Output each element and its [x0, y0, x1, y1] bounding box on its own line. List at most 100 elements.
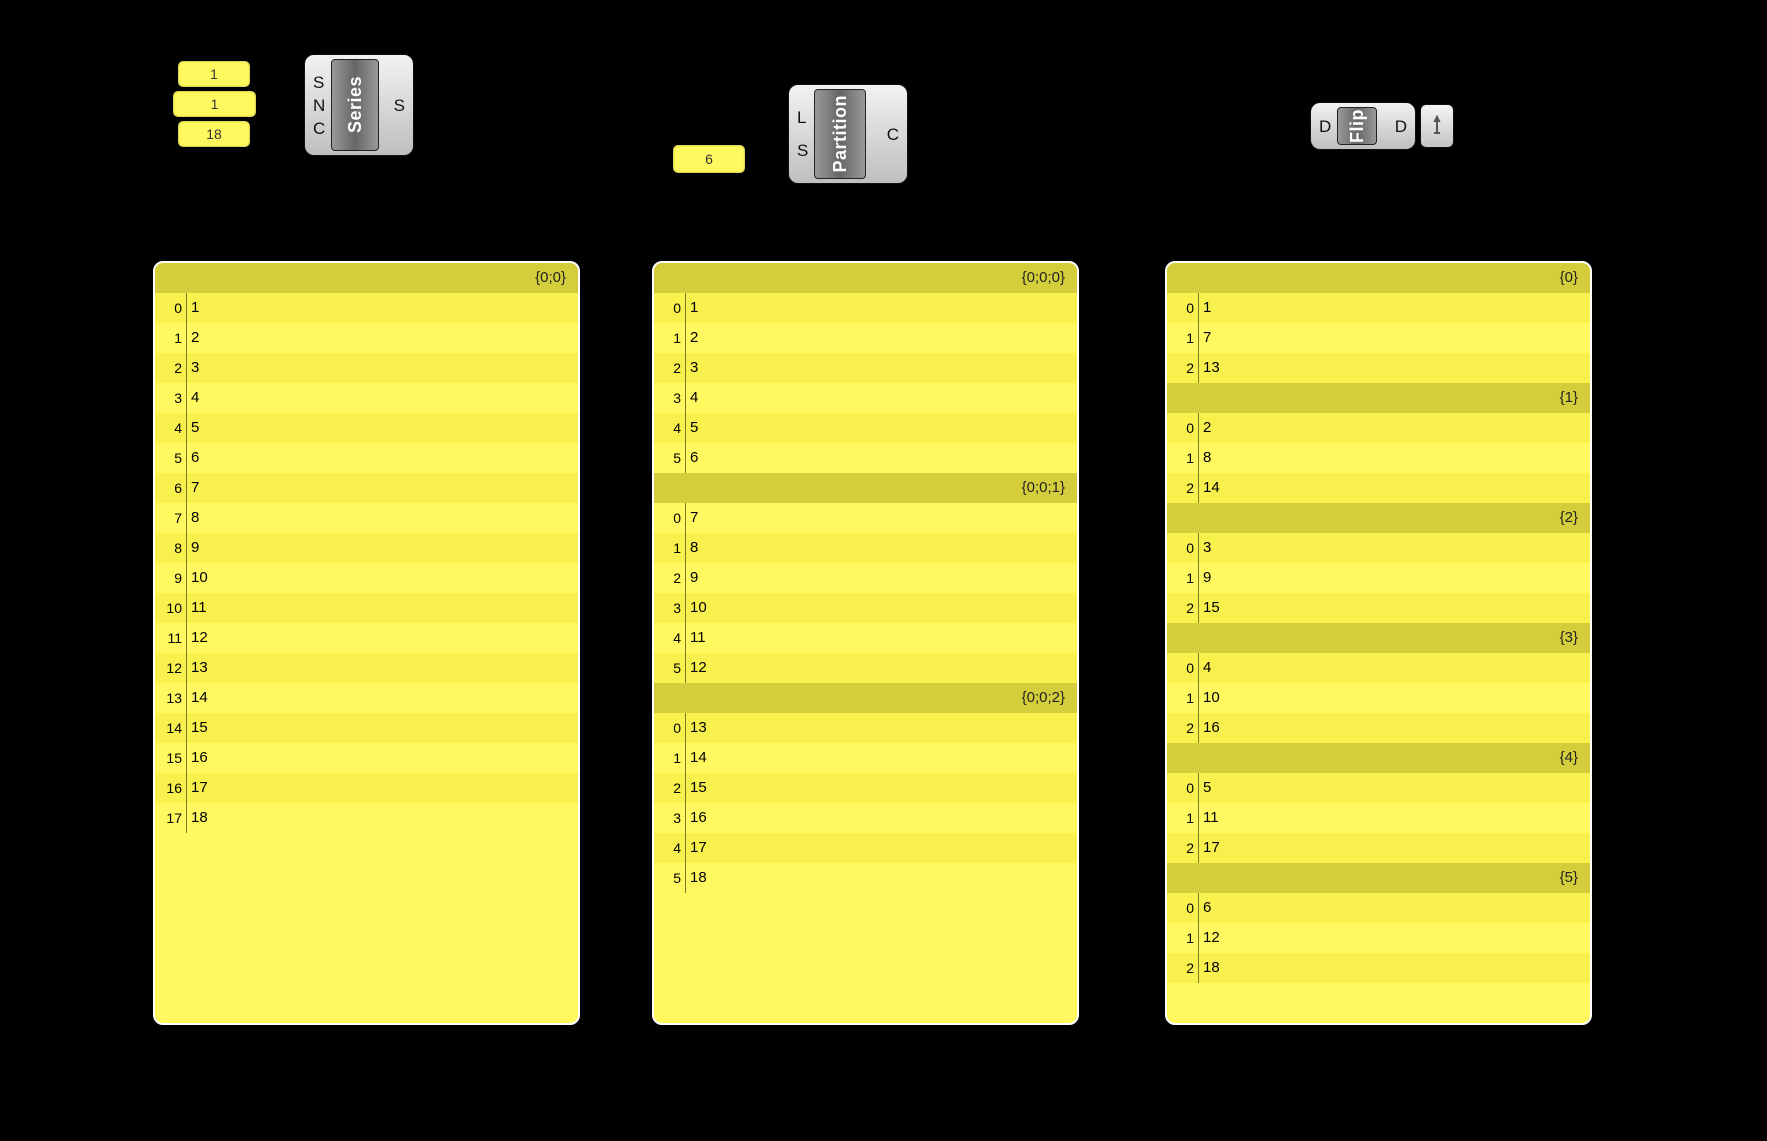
row-index: 0	[654, 713, 686, 743]
flip-label: Flip	[1347, 109, 1368, 143]
row-index: 4	[155, 413, 187, 443]
row-value: 4	[686, 383, 698, 413]
row-index: 4	[654, 413, 686, 443]
panel-data-row: 18	[1167, 443, 1590, 473]
panel-data-row: 29	[654, 563, 1077, 593]
row-value: 18	[686, 863, 707, 893]
row-value: 5	[187, 413, 199, 443]
row-index: 2	[654, 773, 686, 803]
row-value: 10	[1199, 683, 1220, 713]
series-label: Series	[345, 76, 366, 133]
row-value: 17	[1199, 833, 1220, 863]
flip-extra-icon[interactable]	[1420, 104, 1454, 148]
row-value: 7	[187, 473, 199, 503]
row-index: 17	[155, 803, 187, 833]
row-value: 18	[1199, 953, 1220, 983]
row-value: 2	[187, 323, 199, 353]
row-value: 6	[187, 443, 199, 473]
row-index: 4	[654, 833, 686, 863]
row-value: 11	[686, 623, 706, 653]
panel-data-row: 07	[654, 503, 1077, 533]
panel-data-row: 34	[654, 383, 1077, 413]
row-value: 9	[187, 533, 199, 563]
row-index: 4	[654, 623, 686, 653]
panel-path-row: {3}	[1167, 623, 1590, 653]
row-value: 15	[187, 713, 208, 743]
series-output-panel[interactable]: {0;0}01122334455667788991010111112121313…	[153, 261, 580, 1025]
panel-data-row: 216	[1167, 713, 1590, 743]
row-value: 15	[686, 773, 707, 803]
row-value: 2	[1199, 413, 1211, 443]
row-value: 17	[686, 833, 707, 863]
row-value: 13	[686, 713, 707, 743]
row-value: 4	[187, 383, 199, 413]
panel-data-row: 214	[1167, 473, 1590, 503]
flip-in-port-d: D	[1319, 118, 1331, 135]
row-index: 14	[155, 713, 187, 743]
flip-matrix-component[interactable]: D Flip D	[1310, 102, 1416, 150]
row-index: 2	[1167, 593, 1199, 623]
row-index: 3	[654, 383, 686, 413]
row-index: 1	[1167, 683, 1199, 713]
series-component[interactable]: S N C Series S	[304, 54, 414, 156]
row-index: 12	[155, 653, 187, 683]
series-in-port-n: N	[313, 97, 325, 114]
row-value: 12	[686, 653, 707, 683]
row-index: 8	[155, 533, 187, 563]
panel-path-row: {0}	[1167, 263, 1590, 293]
row-index: 9	[155, 563, 187, 593]
panel-data-row: 78	[155, 503, 578, 533]
partition-output-panel[interactable]: {0;0;0}011223344556{0;0;1}07182931041151…	[652, 261, 1079, 1025]
series-count-value: 18	[206, 126, 222, 142]
panel-data-row: 17	[1167, 323, 1590, 353]
series-count-slider[interactable]: 18	[177, 120, 251, 148]
series-step-value: 1	[211, 96, 219, 112]
row-index: 1	[1167, 443, 1199, 473]
row-value: 3	[686, 353, 698, 383]
row-value: 5	[1199, 773, 1211, 803]
row-index: 2	[155, 353, 187, 383]
row-value: 1	[686, 293, 698, 323]
series-start-value: 1	[210, 66, 218, 82]
panel-path-row: {0;0}	[155, 263, 578, 293]
row-value: 14	[686, 743, 707, 773]
row-index: 1	[155, 323, 187, 353]
panel-path-row: {0;0;2}	[654, 683, 1077, 713]
panel-data-row: 03	[1167, 533, 1590, 563]
row-value: 6	[1199, 893, 1211, 923]
row-index: 1	[1167, 323, 1199, 353]
panel-data-row: 1415	[155, 713, 578, 743]
panel-data-row: 013	[654, 713, 1077, 743]
series-in-port-c: C	[313, 120, 325, 137]
partition-in-port-l: L	[797, 109, 806, 126]
partition-size-slider[interactable]: 6	[672, 144, 746, 174]
panel-data-row: 04	[1167, 653, 1590, 683]
panel-data-row: 1112	[155, 623, 578, 653]
row-value: 9	[686, 563, 698, 593]
row-value: 13	[187, 653, 208, 683]
row-index: 7	[155, 503, 187, 533]
partition-output-body: {0;0;0}011223344556{0;0;1}07182931041151…	[654, 263, 1077, 1023]
panel-data-row: 23	[155, 353, 578, 383]
row-index: 1	[654, 743, 686, 773]
row-value: 3	[1199, 533, 1211, 563]
partition-component[interactable]: L S Partition C	[788, 84, 908, 184]
panel-data-row: 310	[654, 593, 1077, 623]
flip-output-panel[interactable]: {0}0117213{1}0218214{2}0319215{3}0411021…	[1165, 261, 1592, 1025]
series-start-slider[interactable]: 1	[177, 60, 251, 88]
panel-data-row: 217	[1167, 833, 1590, 863]
row-value: 17	[187, 773, 208, 803]
panel-data-row: 112	[1167, 923, 1590, 953]
panel-path-row: {0;0;0}	[654, 263, 1077, 293]
panel-data-row: 417	[654, 833, 1077, 863]
row-value: 1	[1199, 293, 1211, 323]
partition-in-port-s: S	[797, 142, 808, 159]
row-value: 4	[1199, 653, 1211, 683]
row-index: 5	[654, 653, 686, 683]
panel-data-row: 1718	[155, 803, 578, 833]
series-step-slider[interactable]: 1	[172, 90, 257, 118]
row-value: 12	[187, 623, 208, 653]
panel-data-row: 12	[654, 323, 1077, 353]
panel-data-row: 213	[1167, 353, 1590, 383]
row-value: 16	[1199, 713, 1220, 743]
